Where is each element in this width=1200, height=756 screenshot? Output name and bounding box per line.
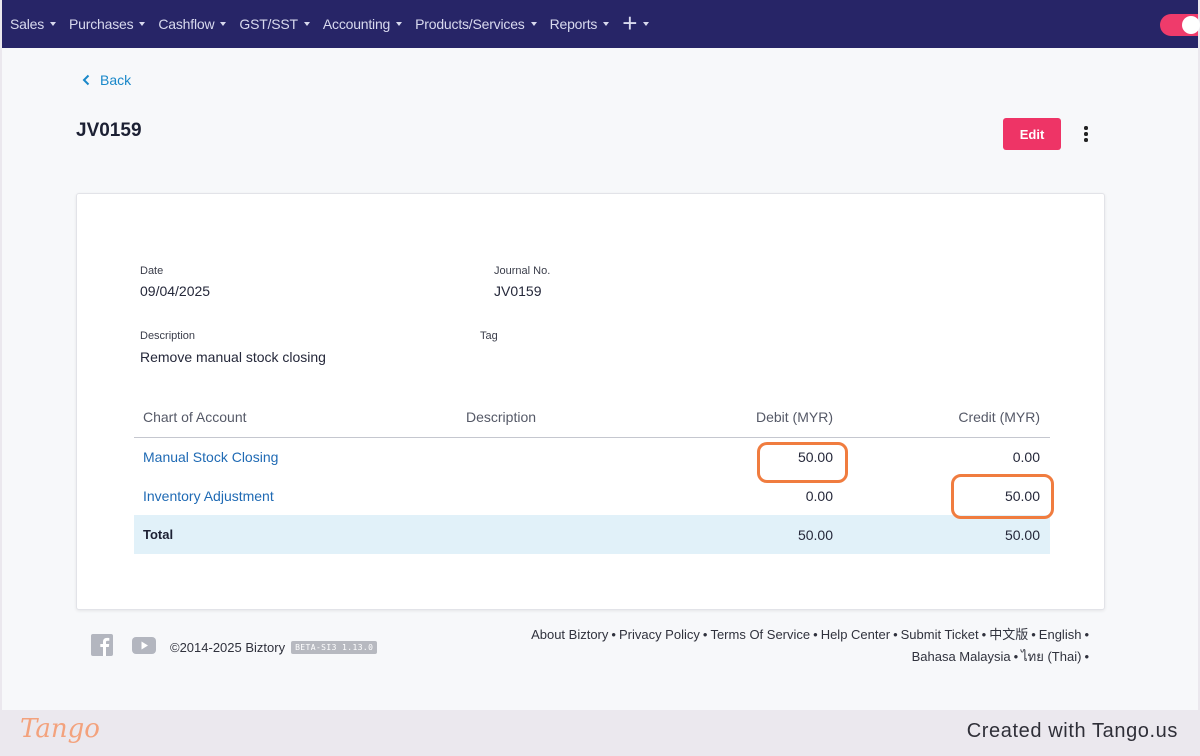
footer-link-thai[interactable]: ไทย (Thai) bbox=[1021, 649, 1081, 664]
journal-no-label: Journal No. bbox=[494, 265, 551, 277]
tag-label: Tag bbox=[480, 330, 498, 342]
back-link[interactable]: Back bbox=[82, 72, 131, 88]
chevron-down-icon bbox=[603, 22, 610, 26]
highlight-annotation-credit bbox=[951, 474, 1054, 519]
top-nav: Sales Purchases Cashflow GST/SST Account… bbox=[2, 0, 1200, 48]
header-chart-of-account: Chart of Account bbox=[143, 409, 247, 425]
footer-links: About Biztory • Privacy Policy • Terms Of Se… bbox=[452, 624, 1092, 668]
journal-card: Date 09/04/2025 Journal No. JV0159 Descr… bbox=[76, 193, 1105, 610]
nav-cashflow[interactable]: Cashflow bbox=[158, 16, 227, 32]
date-label: Date bbox=[140, 265, 164, 277]
separator: • bbox=[1084, 627, 1089, 642]
separator: • bbox=[611, 627, 616, 642]
nav-purchases[interactable]: Purchases bbox=[69, 16, 146, 32]
page-title: JV0159 bbox=[76, 120, 142, 141]
total-debit: 50.00 bbox=[797, 527, 833, 543]
chevron-down-icon bbox=[643, 22, 650, 26]
footer-links-line-1: About Biztory • Privacy Policy • Terms Of Se… bbox=[452, 624, 1092, 646]
chevron-down-icon bbox=[530, 22, 537, 26]
nav-purchases-label: Purchases bbox=[69, 16, 134, 32]
journal-no-value: JV0159 bbox=[494, 283, 542, 299]
nav-add-menu[interactable]: + bbox=[622, 7, 650, 38]
account-link-manual-stock-closing[interactable]: Manual Stock Closing bbox=[143, 449, 278, 465]
nav-reports-label: Reports bbox=[549, 16, 598, 32]
nav-sales-label: Sales bbox=[10, 16, 45, 32]
total-row: Total bbox=[134, 515, 1050, 554]
header-description: Description bbox=[466, 409, 537, 425]
footer-link-terms[interactable]: Terms Of Service bbox=[710, 627, 810, 642]
app-frame: Sales Purchases Cashflow GST/SST Account… bbox=[2, 0, 1200, 710]
copyright-text: ©2014-2025 Biztory bbox=[170, 640, 286, 655]
chevron-down-icon bbox=[139, 22, 146, 26]
back-label: Back bbox=[100, 72, 132, 88]
nav-gst-sst[interactable]: GST/SST bbox=[239, 16, 310, 32]
tango-credit: Created with Tango.us bbox=[966, 720, 1178, 742]
footer-link-privacy[interactable]: Privacy Policy bbox=[619, 627, 700, 642]
footer-link-help[interactable]: Help Center bbox=[821, 627, 890, 642]
chevron-left-icon bbox=[82, 74, 90, 86]
description-label: Description bbox=[140, 330, 196, 342]
debit-cell: 0.00 bbox=[805, 488, 833, 504]
separator: • bbox=[1084, 649, 1089, 664]
total-credit: 50.00 bbox=[1004, 527, 1040, 543]
account-link-inventory-adjustment[interactable]: Inventory Adjustment bbox=[143, 488, 274, 504]
separator: • bbox=[813, 627, 818, 642]
chevron-down-icon bbox=[220, 22, 227, 26]
separator: • bbox=[893, 627, 898, 642]
chevron-down-icon bbox=[396, 22, 403, 26]
date-value: 09/04/2025 bbox=[140, 283, 211, 299]
separator: • bbox=[981, 627, 987, 642]
description-value: Remove manual stock closing bbox=[140, 349, 326, 365]
chevron-down-icon bbox=[303, 22, 310, 26]
toggle-knob bbox=[1182, 16, 1200, 34]
footer-link-malay[interactable]: Bahasa Malaysia bbox=[912, 649, 1011, 664]
nav-products-services-label: Products/Services bbox=[415, 16, 525, 32]
copyright: ©2014-2025 Biztory BETA-SI3 1.13.0 bbox=[170, 640, 378, 655]
total-label: Total bbox=[143, 527, 174, 542]
footer-link-submit-ticket[interactable]: Submit Ticket bbox=[901, 627, 979, 642]
highlight-annotation-debit bbox=[757, 442, 848, 483]
header-credit: Credit (MYR) bbox=[958, 409, 1040, 425]
nav-gst-sst-label: GST/SST bbox=[239, 16, 298, 32]
tango-logo: Tango bbox=[20, 714, 100, 744]
header-debit: Debit (MYR) bbox=[755, 409, 833, 425]
nav-products-services[interactable]: Products/Services bbox=[415, 16, 537, 32]
credit-cell: 0.00 bbox=[1012, 449, 1040, 465]
nav-sales[interactable]: Sales bbox=[10, 16, 57, 32]
footer-link-about[interactable]: About Biztory bbox=[531, 627, 608, 642]
edit-button[interactable]: Edit bbox=[1003, 118, 1061, 150]
facebook-icon[interactable] bbox=[91, 634, 115, 658]
separator: • bbox=[1031, 627, 1036, 642]
youtube-icon[interactable] bbox=[132, 634, 156, 658]
nav-cashflow-label: Cashflow bbox=[158, 16, 215, 32]
nav-accounting[interactable]: Accounting bbox=[322, 16, 403, 32]
separator: • bbox=[1013, 649, 1019, 664]
table-divider bbox=[134, 437, 1050, 438]
more-options-icon[interactable] bbox=[1078, 124, 1094, 144]
chevron-down-icon bbox=[50, 22, 57, 26]
nav-accounting-label: Accounting bbox=[322, 16, 391, 32]
footer-link-english[interactable]: English bbox=[1039, 627, 1082, 642]
version-badge: BETA-SI3 1.13.0 bbox=[291, 641, 378, 654]
footer-links-line-2: Bahasa Malaysia • ไทย (Thai) • bbox=[452, 646, 1092, 668]
plus-icon: + bbox=[622, 7, 638, 38]
nav-reports[interactable]: Reports bbox=[550, 16, 610, 32]
separator: • bbox=[702, 627, 708, 642]
footer-link-chinese[interactable]: 中文版 bbox=[989, 627, 1028, 642]
mode-toggle[interactable] bbox=[1160, 14, 1200, 36]
